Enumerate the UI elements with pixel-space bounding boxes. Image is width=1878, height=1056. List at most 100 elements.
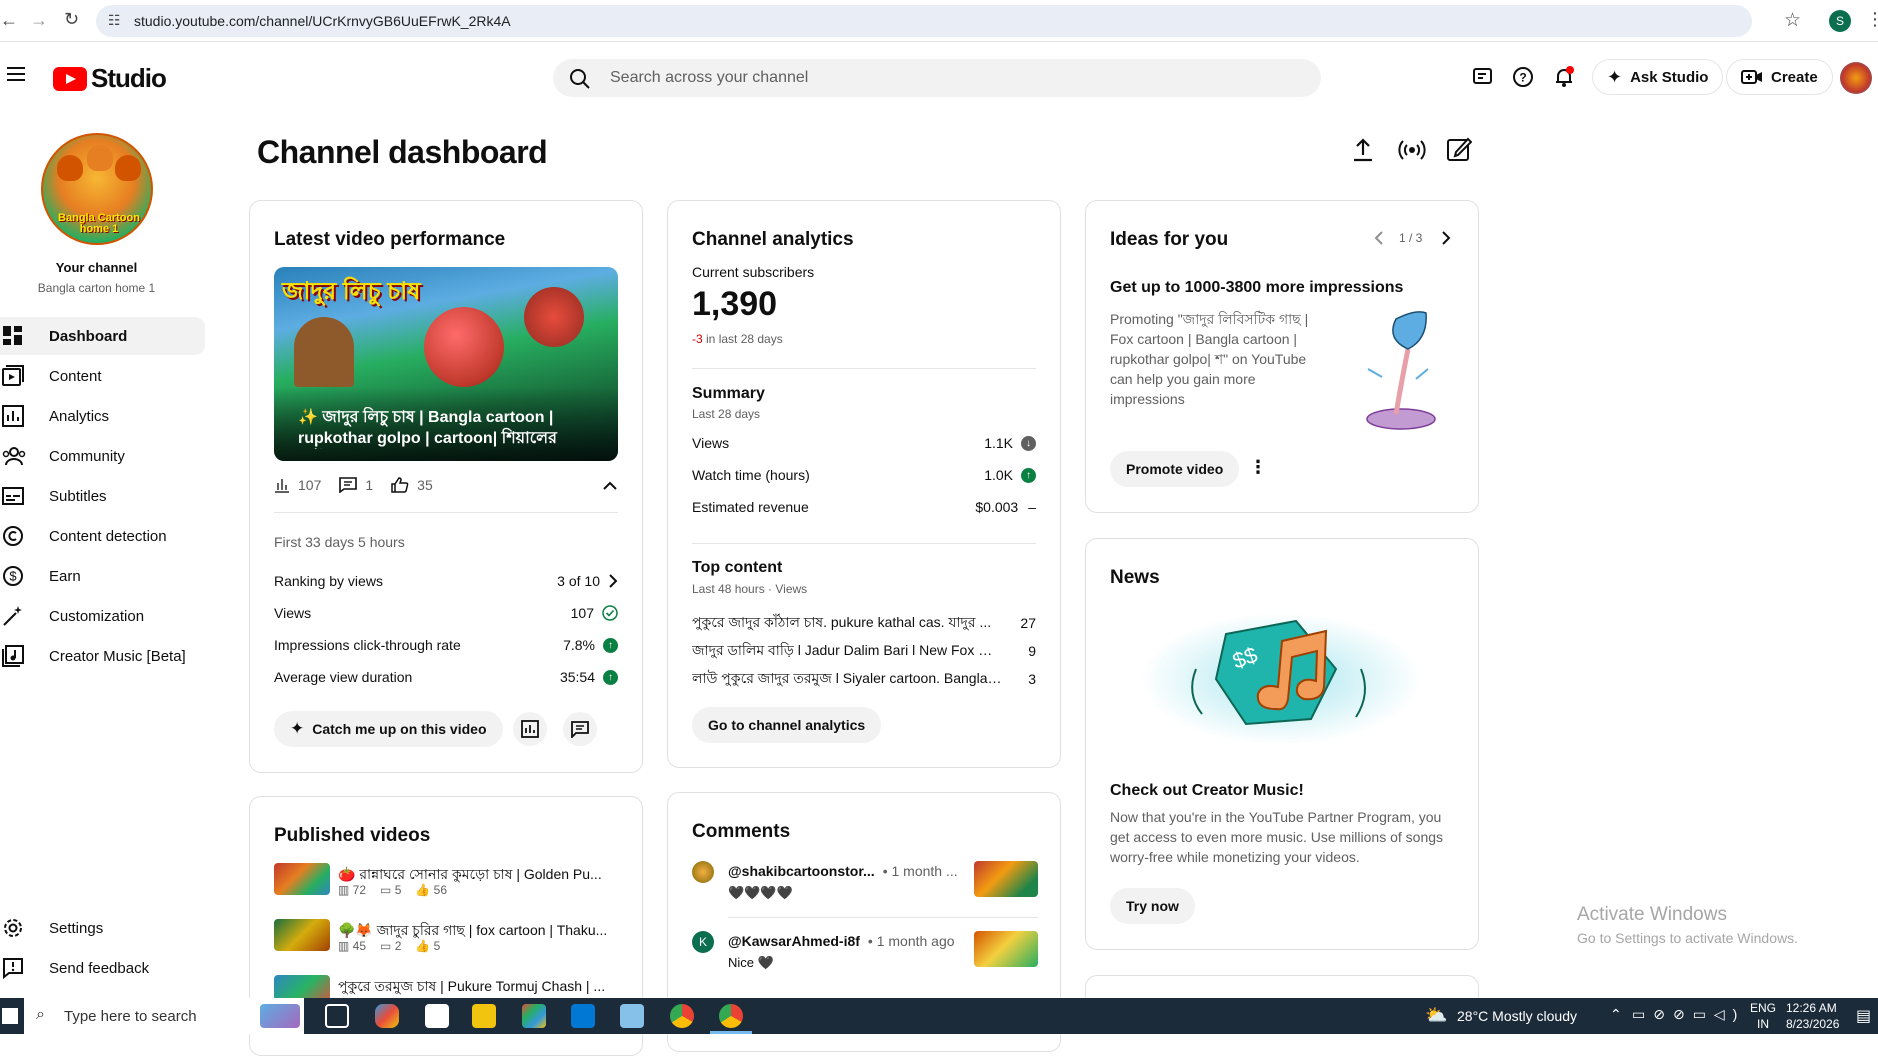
create-label: Create [1771, 68, 1818, 86]
tray-icons[interactable]: ▭⊘⊘▭◁) [1632, 1006, 1745, 1023]
taskbar-search-box[interactable]: ⌕ Type here to search [24, 998, 304, 1034]
sidebar-item-community[interactable]: Community [0, 437, 205, 475]
avatar: K [692, 931, 714, 953]
comment-author: @KawsarAhmed-i8f [728, 933, 860, 949]
feedback-notes-icon[interactable] [1472, 66, 1494, 88]
row-value: 35:54 [559, 669, 595, 685]
news-body: Now that you're in the YouTube Partner P… [1110, 809, 1444, 865]
copilot-icon[interactable] [375, 1004, 399, 1028]
help-icon[interactable]: ? [1512, 66, 1534, 88]
create-button[interactable]: Create [1726, 59, 1833, 95]
clock-time[interactable]: 12:26 AM [1786, 1001, 1837, 1015]
video-analytics-button[interactable] [513, 712, 547, 746]
create-post-icon[interactable] [1446, 136, 1472, 162]
notification-center-icon[interactable]: ▤ [1856, 1006, 1871, 1026]
sidebar-item-label: Analytics [49, 407, 110, 425]
ask-studio-button[interactable]: ✦ Ask Studio [1592, 59, 1724, 95]
reload-icon[interactable]: ↻ [64, 9, 79, 30]
address-bar[interactable]: ☷ studio.youtube.com/channel/UCrKrnvyGB6… [96, 5, 1801, 37]
browser-menu-icon[interactable]: ⋮ [1866, 9, 1878, 30]
more-options-icon[interactable]: ⋮ [1249, 457, 1267, 478]
chevron-right-icon[interactable] [1441, 231, 1451, 245]
comment-item[interactable]: K @KawsarAhmed-i8f • 1 month ago Nice 🖤 [692, 931, 1038, 977]
comment-meta: @KawsarAhmed-i8f • 1 month ago [728, 933, 955, 949]
sidebar-item-settings[interactable]: Settings [0, 909, 205, 947]
forward-icon[interactable]: → [30, 10, 48, 31]
top-content-title: জাদুর ডালিম বাড়ি l Jadur Dalim Bari l N… [692, 642, 1002, 658]
sidebar-item-customization[interactable]: Customization [0, 597, 205, 635]
comment-text: Nice 🖤 [728, 955, 774, 970]
site-info-icon[interactable]: ☷ [108, 12, 121, 29]
top-content-row[interactable]: লাউ পুকুরে জাদুর তরমুজ l Siyaler cartoon… [692, 667, 1036, 691]
notifications-bell-icon[interactable] [1552, 65, 1576, 89]
list-item[interactable]: 🍅 রান্নাঘরে সোনার কুমড়ো চাষ | Golden Pu… [274, 863, 624, 903]
idea-title: Get up to 1000-3800 more impressions [1110, 279, 1404, 296]
promote-video-button[interactable]: Promote video [1110, 451, 1240, 487]
task-view-icon[interactable] [325, 1004, 349, 1028]
notepad-icon[interactable] [425, 1004, 449, 1028]
comments-heading: Comments [692, 821, 791, 842]
try-now-button[interactable]: Try now [1110, 888, 1195, 924]
sidebar-item-analytics[interactable]: Analytics [0, 397, 205, 435]
sidebar-item-subtitles[interactable]: Subtitles [0, 477, 205, 515]
tray-chevron-icon[interactable]: ⌃ [1610, 1006, 1622, 1023]
video-thumbnail[interactable]: জাদুর লিচু চাষ ✨ জাদুর লিচু চাষ | Bangla… [274, 267, 618, 461]
channel-search-input[interactable]: Search across your channel [553, 59, 1321, 97]
summary-revenue-row: Estimated revenue $0.003– [692, 499, 1036, 515]
sidebar-item-dashboard[interactable]: Dashboard [0, 317, 205, 355]
dashboard-icon [3, 326, 22, 345]
video-title: পুকুরে তরমুজ চাষ | Pukure Tormuj Chash |… [338, 978, 606, 994]
back-icon[interactable]: ← [0, 10, 18, 31]
weather-text[interactable]: 28°C Mostly cloudy [1457, 1008, 1577, 1024]
sidebar-item-label: Customization [49, 607, 145, 625]
catch-me-up-button[interactable]: ✦ Catch me up on this video [274, 711, 503, 747]
go-to-channel-analytics-button[interactable]: Go to channel analytics [692, 707, 882, 743]
channel-avatar[interactable]: Bangla Cartoon home 1 [41, 133, 153, 245]
studio-logo[interactable]: Studio [53, 63, 167, 94]
top-content-title: লাউ পুকুরে জাদুর তরমুজ l Siyaler cartoon… [692, 670, 1002, 686]
comment-author: @shakibcartoonstor... [728, 863, 875, 879]
comment-item[interactable]: @shakibcartoonstor... • 1 month ... 🖤🖤🖤🖤 [692, 861, 1038, 907]
sidebar-item-content-detection[interactable]: Content detection [0, 517, 205, 555]
bookmark-star-icon[interactable]: ☆ [1784, 9, 1801, 32]
outlook-icon[interactable] [571, 1004, 595, 1028]
feedback-icon [3, 958, 23, 979]
hamburger-menu-icon[interactable] [7, 67, 25, 81]
dollar-icon: $ [3, 566, 23, 586]
profile-avatar[interactable]: S [1829, 10, 1851, 32]
top-content-row[interactable]: জাদুর ডালিম বাড়ি l Jadur Dalim Bari l N… [692, 639, 1036, 663]
sidebar-item-send-feedback[interactable]: Send feedback [0, 949, 205, 987]
subscribers-change-suffix: in last 28 days [706, 332, 783, 346]
collapse-chevron-up-icon[interactable] [603, 481, 617, 491]
news-card: News $$ Check out Creator Music! Now tha… [1085, 538, 1479, 950]
store-icon[interactable] [522, 1004, 546, 1028]
live-stream-icon[interactable] [1398, 137, 1426, 163]
sidebar-item-label: Content [49, 367, 102, 385]
analytics-icon [2, 405, 24, 427]
video-comments-button[interactable] [563, 712, 597, 746]
chevron-left-icon[interactable] [1374, 231, 1384, 245]
list-item[interactable]: 🌳🦊 জাদুর চুরির গাছ | fox cartoon | Thaku… [274, 919, 624, 959]
file-explorer-icon[interactable] [472, 1004, 496, 1028]
sidebar-item-earn[interactable]: $ Earn [0, 557, 205, 595]
sidebar-item-creator-music[interactable]: Creator Music [Beta] [0, 637, 205, 675]
sidebar-item-content[interactable]: Content [0, 357, 205, 395]
top-content-row[interactable]: পুকুরে জাদুর কাঁঠাল চাষ. pukure kathal c… [692, 611, 1036, 635]
arrow-up-green-icon: ↑ [603, 669, 618, 685]
ranking-row[interactable]: Ranking by views 3 of 10 [274, 573, 618, 589]
account-avatar[interactable] [1840, 62, 1872, 94]
chrome-active-icon[interactable] [719, 1004, 743, 1028]
upload-icon[interactable] [1350, 137, 1376, 163]
stat-likes: 35 [417, 477, 433, 493]
windows-start-icon[interactable] [2, 1008, 18, 1024]
photos-icon[interactable] [620, 1004, 644, 1028]
chevron-right-icon [609, 574, 618, 588]
analytics-icon [521, 720, 539, 738]
language-secondary: IN [1757, 1017, 1769, 1031]
idea-body: Promoting "জাদুর লিবিসটিক গাছ | Fox cart… [1110, 311, 1309, 407]
language-primary[interactable]: ENG [1750, 1001, 1776, 1015]
chrome-icon[interactable] [670, 1004, 694, 1028]
search-icon [570, 69, 590, 89]
video-title[interactable]: ✨ জাদুর লিচু চাষ | Bangla cartoon | rupk… [298, 407, 598, 449]
comment-text: 🖤🖤🖤🖤 [728, 885, 793, 900]
